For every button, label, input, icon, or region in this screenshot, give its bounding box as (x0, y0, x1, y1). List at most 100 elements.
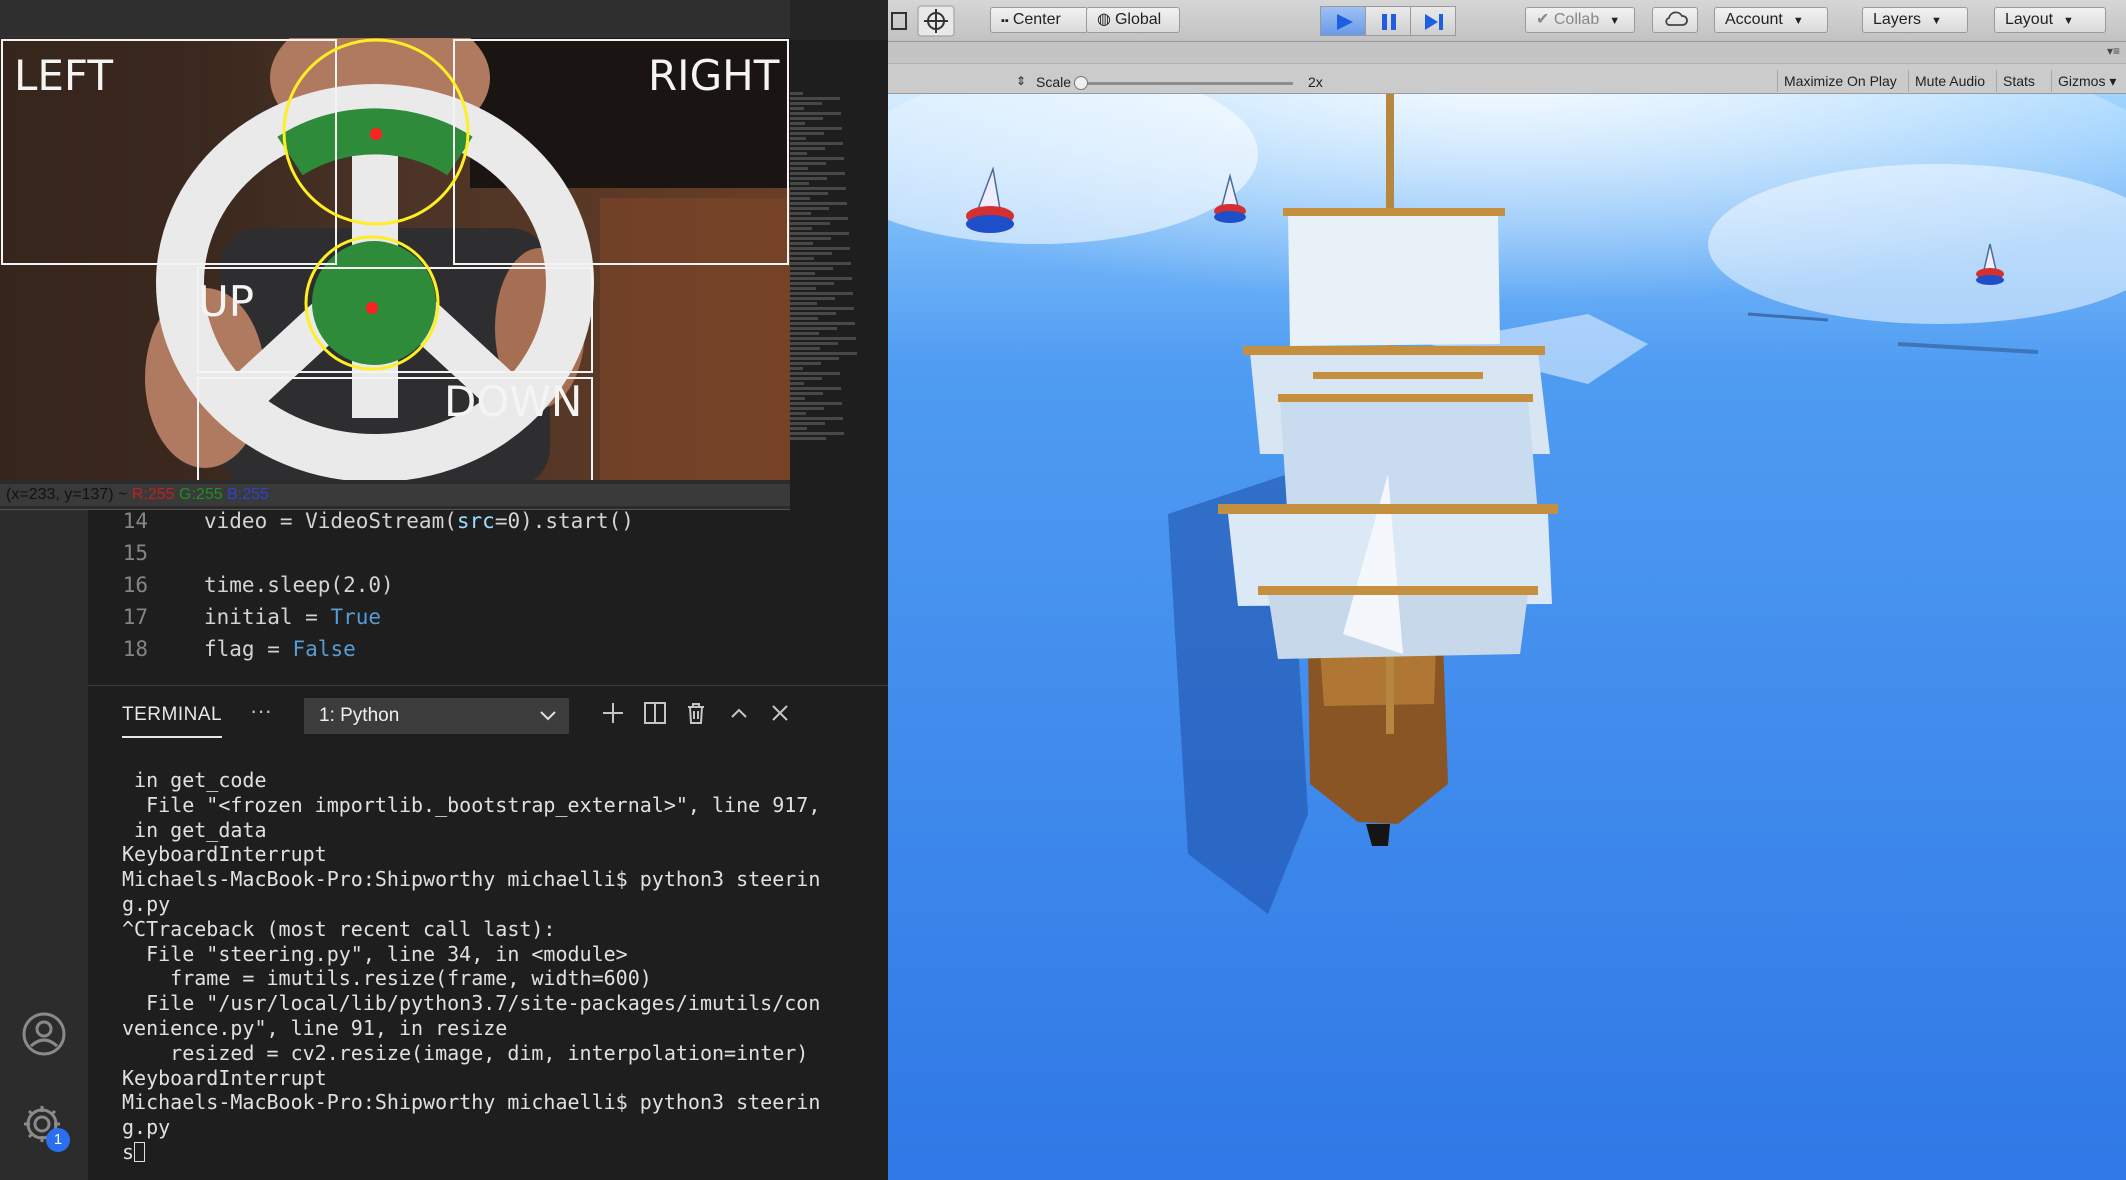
game-view-toolbar: ▾≡ ⇕ Scale 2x Maximize On Play Mute Audi… (888, 42, 2126, 94)
mute-audio-toggle[interactable]: Mute Audio (1908, 70, 1991, 92)
zone-label-up: UP (198, 277, 254, 326)
tab-menu-icon[interactable]: ▾≡ (2107, 44, 2120, 58)
minimap-line (788, 432, 844, 435)
scale-slider[interactable] (1078, 82, 1293, 85)
tab-terminal[interactable]: TERMINAL (122, 704, 223, 738)
maximize-on-play-toggle[interactable]: Maximize On Play (1777, 70, 1903, 92)
scale-slider-thumb[interactable] (1074, 76, 1088, 90)
minimap-line (788, 197, 810, 200)
minimap-line (788, 352, 857, 355)
code-token: True (330, 605, 382, 629)
minimap-line (788, 412, 806, 415)
display-dropdown-arrows[interactable]: ⇕ (1016, 74, 1026, 88)
pivot-global-button[interactable]: ◍ Global (1086, 7, 1180, 33)
minimap-line (788, 202, 847, 205)
terminal-line: Michaels-MacBook-Pro:Shipworthy michaell… (122, 867, 821, 892)
play-button[interactable] (1320, 6, 1366, 36)
code-token: video = VideoStream( (204, 509, 457, 533)
minimap-line (788, 227, 812, 230)
gizmos-dropdown[interactable]: Gizmos ▾ (2051, 70, 2122, 92)
code-token: flag = (204, 637, 293, 661)
terminal-line: g.py (122, 891, 171, 916)
webcam-image: LEFT RIGHT UP DOWN (0, 38, 790, 480)
chevron-down-icon (540, 711, 556, 721)
code-token: time.sleep(2.0) (204, 573, 394, 597)
minimap-line (788, 287, 816, 290)
check-icon: ✔ (1536, 11, 1550, 28)
terminal-line: venience.py", line 91, in resize (122, 1015, 508, 1040)
code-editor[interactable]: 14 video = VideoStream(src=0).start() 15 16… (88, 505, 783, 685)
minimap-line (788, 132, 824, 135)
minimap-line (788, 187, 846, 190)
terminal-output[interactable]: in get_code File "<frozen importlib._boo… (122, 768, 882, 1165)
account-dropdown[interactable]: Account ▼ (1714, 7, 1828, 33)
minimap-line (788, 247, 850, 250)
terminal-line: in get_code (122, 768, 267, 792)
layers-dropdown[interactable]: Layers ▼ (1862, 7, 1968, 33)
step-button[interactable] (1410, 6, 1456, 36)
rect-tool-icon[interactable] (888, 8, 910, 34)
zone-label-right: RIGHT (648, 51, 780, 100)
terminal-line: Michaels-MacBook-Pro:Shipworthy michaell… (122, 1090, 821, 1115)
terminal-prompt[interactable]: s (122, 1140, 882, 1165)
minimap-line (788, 137, 806, 140)
terminal-line: File "steering.py", line 34, in <module> (122, 941, 628, 966)
minimap-line (788, 307, 854, 310)
layout-dropdown[interactable]: Layout ▼ (1994, 7, 2106, 33)
minimap-line (788, 152, 807, 155)
minimap-line (788, 292, 853, 295)
game-scene (888, 94, 2126, 1180)
collab-button[interactable]: ✔ Collab ▼ (1525, 7, 1635, 33)
terminal-select[interactable]: 1: Python (304, 698, 569, 734)
split-terminal-icon[interactable] (640, 698, 670, 728)
minimap-line (788, 417, 843, 420)
panel-tabs: TERMINAL ··· 1: Python (88, 686, 888, 744)
terminal-input[interactable]: s (122, 1140, 134, 1164)
minimap-line (788, 427, 807, 430)
cloud-button[interactable] (1652, 7, 1698, 33)
code-content: flag = False (160, 633, 356, 665)
minimap-line (788, 437, 826, 440)
trash-icon[interactable] (681, 698, 711, 728)
play-icon (1337, 14, 1353, 30)
code-token: initial = (204, 605, 331, 629)
terminal-line: ^CTraceback (most recent call last): (122, 916, 556, 941)
unity-toolbar: ▪▪ Center ◍ Global ✔ Collab ▼ Account ▼ Laye… (888, 0, 2126, 42)
minimap-line (788, 92, 803, 95)
new-terminal-icon[interactable] (598, 698, 628, 728)
game-view[interactable] (888, 94, 2126, 1180)
minimap-line (788, 342, 838, 345)
minimap-line (788, 177, 827, 180)
video-status-bar: (x=233, y=137) ~ R:255 G:255 B:255 (0, 484, 790, 506)
panel-more-icon[interactable]: ··· (250, 698, 272, 724)
pause-button[interactable] (1365, 6, 1411, 36)
line-number: 18 (122, 637, 148, 661)
terminal-line: File "/usr/local/lib/python3.7/site-pack… (122, 991, 821, 1016)
pixel-r: R:255 (131, 486, 175, 503)
pivot-center-button[interactable]: ▪▪ Center (990, 7, 1088, 33)
globe-icon: ◍ (1097, 11, 1111, 28)
terminal-cursor (134, 1141, 146, 1162)
code-token: src (456, 509, 495, 533)
minimap-line (788, 112, 841, 115)
chevron-up-icon[interactable] (724, 698, 754, 728)
minimap-line (788, 127, 842, 130)
line-number: 16 (122, 573, 148, 597)
transform-tool-icon[interactable] (916, 4, 956, 38)
minimap-line (788, 297, 835, 300)
terminal-line: KeyboardInterrupt (122, 1065, 327, 1090)
stats-toggle[interactable]: Stats (1996, 70, 2041, 92)
minimap-line (788, 267, 833, 270)
account-icon[interactable] (18, 1008, 70, 1060)
minimap-line (788, 257, 814, 260)
code-token: =0).start() (494, 509, 634, 533)
minimap[interactable] (788, 90, 860, 520)
minimap-line (788, 167, 808, 170)
minimap-line (788, 402, 842, 405)
code-line: 16 time.sleep(2.0) (88, 569, 783, 601)
scale-label: Scale (1036, 74, 1072, 90)
minimap-line (788, 182, 809, 185)
video-window[interactable]: LEFT RIGHT UP DOWN (x=233, y=137) ~ R:25… (0, 0, 790, 510)
close-icon[interactable] (765, 698, 795, 728)
pixel-b: B:255 (227, 486, 269, 503)
